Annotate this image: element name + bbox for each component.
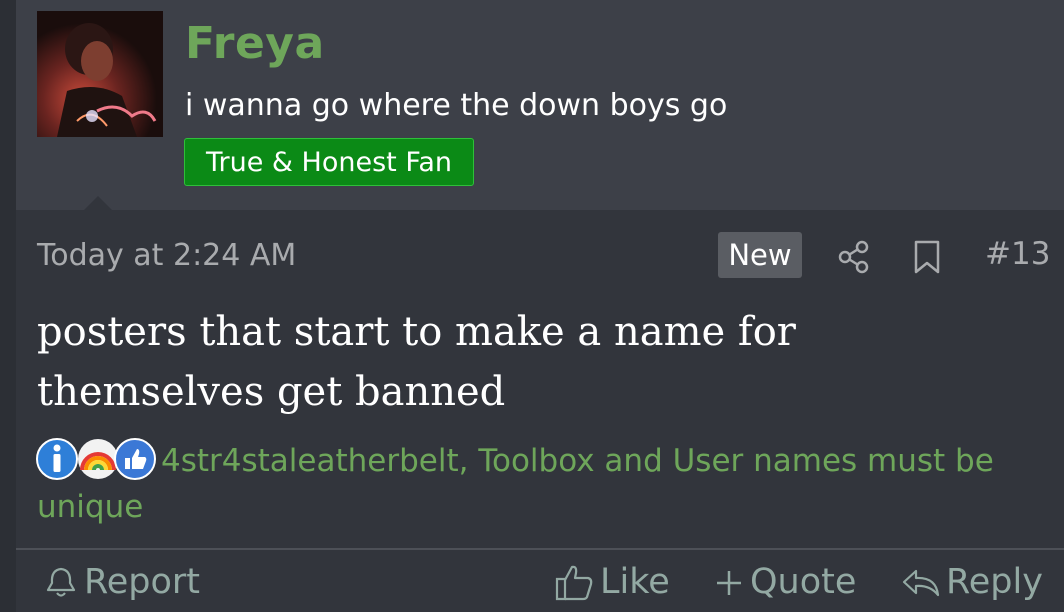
left-gutter (0, 0, 16, 612)
message-arrow (83, 196, 113, 211)
bell-icon (46, 567, 76, 597)
post-date[interactable]: Today at 2:24 AM (37, 238, 296, 273)
report-label: Report (84, 562, 201, 602)
post-number[interactable]: #13 (985, 236, 1050, 272)
share-icon[interactable] (836, 239, 872, 275)
like-label: Like (600, 562, 670, 602)
reaction-users[interactable]: 4str4staleatherbelt, Toolbox and User na… (37, 438, 1037, 530)
avatar[interactable] (37, 11, 163, 137)
quote-label: Quote (750, 562, 857, 602)
report-button[interactable]: Report (42, 562, 200, 602)
footer-divider (16, 548, 1064, 550)
reply-button[interactable]: Reply (900, 562, 1043, 602)
avatar-image (37, 11, 163, 137)
new-badge: New (718, 232, 802, 278)
thumbs-up-icon (555, 565, 593, 601)
bookmark-icon[interactable] (912, 239, 942, 275)
post-message: posters that start to make a name for th… (37, 309, 796, 415)
reply-label: Reply (946, 562, 1043, 602)
user-banner: True & Honest Fan (184, 138, 474, 186)
quote-button[interactable]: Quote (712, 562, 856, 602)
reply-icon (902, 569, 940, 597)
like-button[interactable]: Like (552, 562, 670, 602)
user-title: i wanna go where the down boys go (185, 88, 728, 123)
plus-icon (717, 571, 741, 595)
username[interactable]: Freya (185, 18, 325, 69)
